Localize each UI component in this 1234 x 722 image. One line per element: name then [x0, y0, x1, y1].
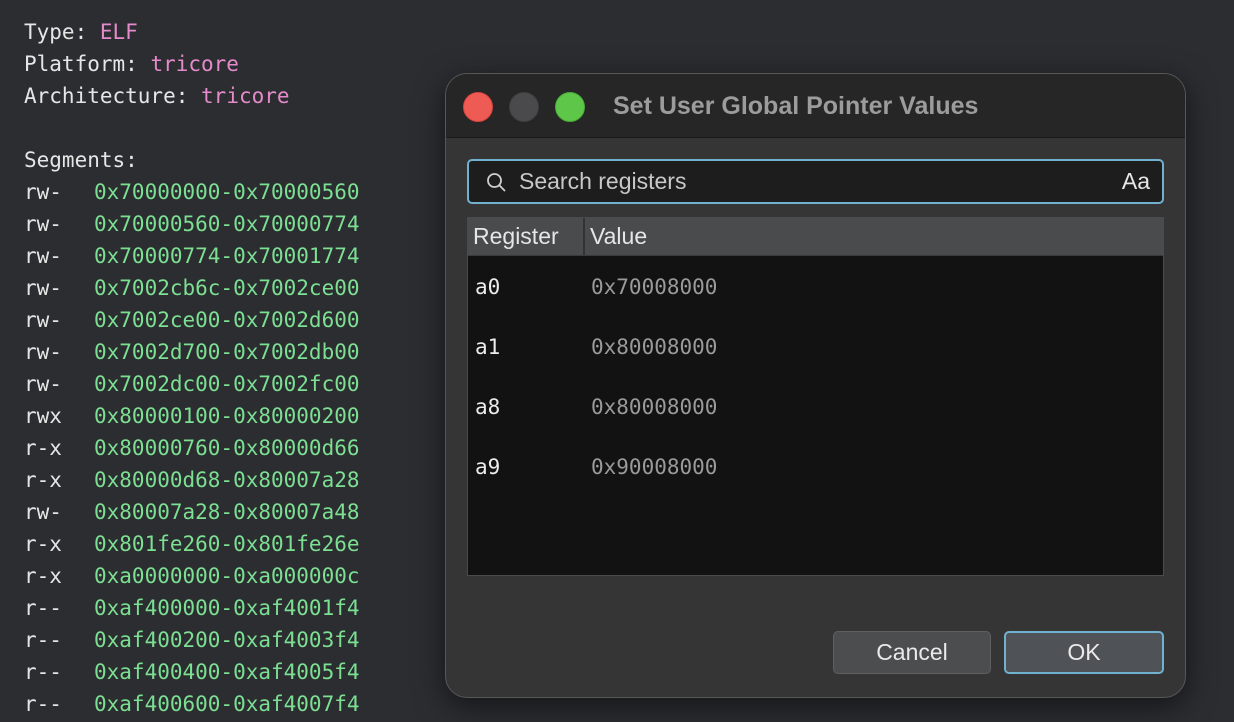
platform-line: Platform: tricore	[24, 48, 239, 80]
segment-perm: rw-	[24, 500, 62, 524]
segment-perm: rw-	[24, 308, 62, 332]
segment-perm: rw-	[24, 212, 62, 236]
type-value: ELF	[99, 20, 138, 44]
segment-row: r-x 0x80000d68-0x80007a28	[24, 464, 360, 496]
search-icon	[486, 172, 506, 192]
table-row[interactable]: a1 0x80008000	[468, 317, 1163, 377]
segment-range: 0x7002ce00-0x7002d600	[94, 308, 360, 332]
segment-range: 0x80000100-0x80000200	[94, 404, 360, 428]
segment-row: rw- 0x70000000-0x70000560	[24, 176, 360, 208]
register-cell: a8	[475, 395, 501, 419]
segment-perm: rw-	[24, 276, 62, 300]
table-row[interactable]: a9 0x90008000	[468, 437, 1163, 497]
table-header: Register Value	[468, 218, 1163, 256]
segment-row: rw- 0x7002dc00-0x7002fc00	[24, 368, 360, 400]
segment-row: rwx 0x80000100-0x80000200	[24, 400, 360, 432]
zoom-window-button[interactable]	[555, 92, 585, 122]
segment-row: rw- 0x7002ce00-0x7002d600	[24, 304, 360, 336]
segment-range: 0x7002dc00-0x7002fc00	[94, 372, 360, 396]
segment-range: 0x7002cb6c-0x7002ce00	[94, 276, 360, 300]
register-cell: a1	[475, 335, 501, 359]
segment-range: 0x70000774-0x70001774	[94, 244, 360, 268]
search-input[interactable]	[519, 161, 1099, 202]
register-cell: a9	[475, 455, 501, 479]
segment-range: 0x80000760-0x80000d66	[94, 436, 360, 460]
segment-row: r-- 0xaf400200-0xaf4003f4	[24, 624, 360, 656]
segment-range: 0xa0000000-0xa000000c	[94, 564, 360, 588]
segment-range: 0xaf400000-0xaf4001f4	[94, 596, 360, 620]
segment-row: r-- 0xaf400600-0xaf4007f4	[24, 688, 360, 720]
segment-row: r-x 0xa0000000-0xa000000c	[24, 560, 360, 592]
architecture-label: Architecture:	[24, 84, 189, 108]
segment-row: rw- 0x70000560-0x70000774	[24, 208, 360, 240]
close-window-button[interactable]	[463, 92, 493, 122]
segment-perm: rwx	[24, 404, 62, 428]
type-line: Type: ELF	[24, 16, 138, 48]
segment-row: rw- 0x7002cb6c-0x7002ce00	[24, 272, 360, 304]
register-table: Register Value a0 0x70008000 a1 0x800080…	[467, 217, 1164, 576]
set-global-pointer-dialog: Set User Global Pointer Values Aa Regist…	[445, 73, 1186, 698]
match-case-toggle[interactable]: Aa	[1122, 161, 1150, 202]
segment-perm: r-x	[24, 532, 62, 556]
column-header-register[interactable]: Register	[468, 218, 585, 255]
value-cell[interactable]: 0x80008000	[591, 377, 717, 437]
segment-perm: r--	[24, 596, 62, 620]
column-header-value[interactable]: Value	[585, 218, 1160, 255]
segment-perm: rw-	[24, 372, 62, 396]
value-cell[interactable]: 0x70008000	[591, 257, 717, 317]
segment-range: 0xaf400200-0xaf4003f4	[94, 628, 360, 652]
segment-row: rw- 0x7002d700-0x7002db00	[24, 336, 360, 368]
architecture-line: Architecture: tricore	[24, 80, 290, 112]
segment-range: 0xaf400600-0xaf4007f4	[94, 692, 360, 716]
segment-range: 0x70000560-0x70000774	[94, 212, 360, 236]
type-label: Type:	[24, 20, 88, 44]
segment-row: r-x 0x801fe260-0x801fe26e	[24, 528, 360, 560]
segment-range: 0x80000d68-0x80007a28	[94, 468, 360, 492]
segment-range: 0x70000000-0x70000560	[94, 180, 360, 204]
segment-row: rw- 0x70000774-0x70001774	[24, 240, 360, 272]
segment-row: r-- 0xaf400400-0xaf4005f4	[24, 656, 360, 688]
segment-range: 0x801fe260-0x801fe26e	[94, 532, 360, 556]
segments-heading: Segments:	[24, 148, 138, 172]
register-cell: a0	[475, 275, 501, 299]
search-box[interactable]: Aa	[467, 159, 1164, 204]
segment-perm: r-x	[24, 468, 62, 492]
dialog-title: Set User Global Pointer Values	[613, 92, 979, 120]
ok-button[interactable]: OK	[1004, 631, 1164, 674]
minimize-window-button[interactable]	[509, 92, 539, 122]
segment-row: r-- 0xaf400000-0xaf4001f4	[24, 592, 360, 624]
segment-perm: rw-	[24, 244, 62, 268]
segment-range: 0x7002d700-0x7002db00	[94, 340, 360, 364]
segment-perm: rw-	[24, 180, 62, 204]
platform-value: tricore	[150, 52, 239, 76]
segment-perm: r-x	[24, 564, 62, 588]
table-row[interactable]: a0 0x70008000	[468, 257, 1163, 317]
segment-perm: r--	[24, 692, 62, 716]
segment-range: 0xaf400400-0xaf4005f4	[94, 660, 360, 684]
table-row[interactable]: a8 0x80008000	[468, 377, 1163, 437]
value-cell[interactable]: 0x90008000	[591, 437, 717, 497]
segment-range: 0x80007a28-0x80007a48	[94, 500, 360, 524]
architecture-value: tricore	[201, 84, 290, 108]
segment-perm: r-x	[24, 436, 62, 460]
segment-perm: r--	[24, 660, 62, 684]
platform-label: Platform:	[24, 52, 138, 76]
segment-perm: r--	[24, 628, 62, 652]
dialog-titlebar: Set User Global Pointer Values	[446, 74, 1185, 138]
cancel-button[interactable]: Cancel	[833, 631, 991, 674]
value-cell[interactable]: 0x80008000	[591, 317, 717, 377]
segment-perm: rw-	[24, 340, 62, 364]
segment-row: rw- 0x80007a28-0x80007a48	[24, 496, 360, 528]
segment-row: r-x 0x80000760-0x80000d66	[24, 432, 360, 464]
